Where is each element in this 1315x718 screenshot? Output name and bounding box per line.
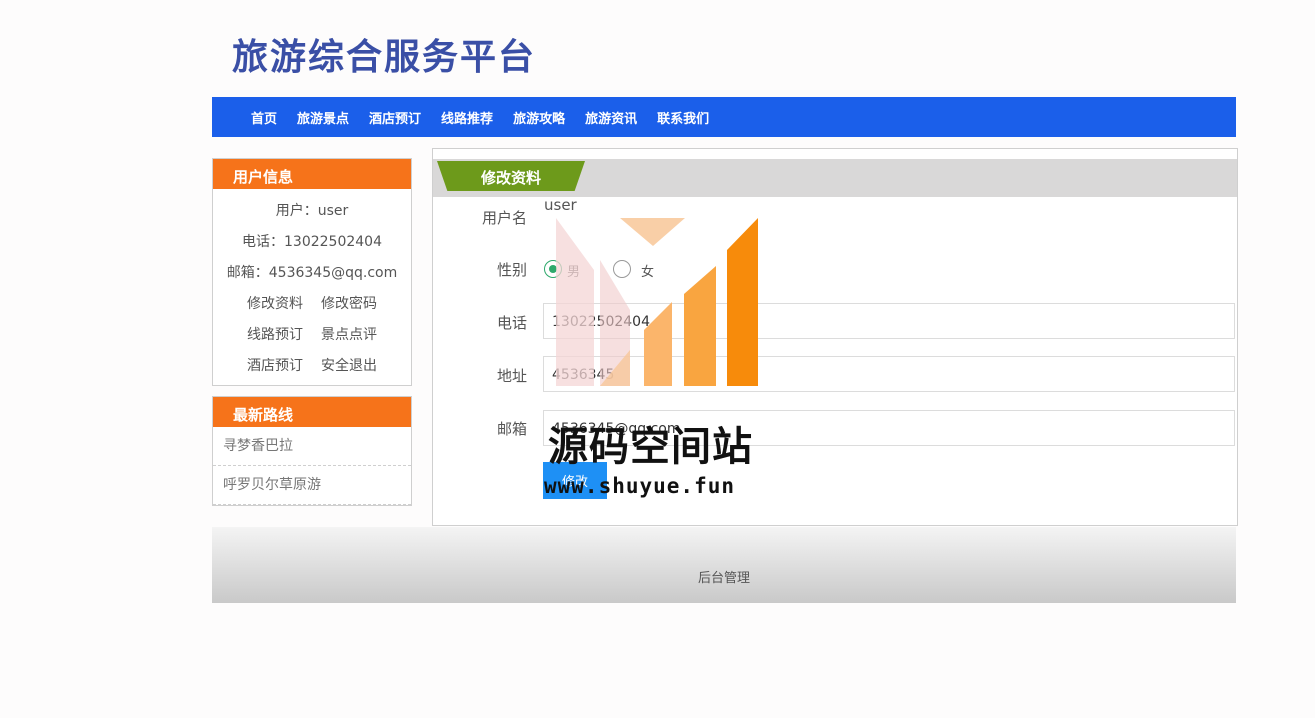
username-label: 用户名 [481,209,527,227]
route-item[interactable]: 寻梦香巴拉 [213,427,411,466]
email-label: 邮箱 [496,420,527,438]
user-email-text: 邮箱：4536345@qq.com [226,265,398,281]
edit-profile-link[interactable]: 修改资料 [247,289,303,320]
change-password-link[interactable]: 修改密码 [321,289,377,320]
address-row: 地址 4536345 [433,356,1237,394]
watermark-text: 源码空间站 [548,424,753,470]
tab-edit-profile[interactable]: 修改资料 [437,161,585,191]
user-info-panel: 用户信息 用户：user 电话：13022502404 邮箱：4536345@q… [212,158,412,386]
nav-home[interactable]: 首页 [251,108,277,127]
username-row: 用户名 user [433,196,1237,245]
nav-contact[interactable]: 联系我们 [657,108,709,127]
admin-link[interactable]: 后台管理 [212,567,1236,586]
footer: 后台管理 [212,527,1236,603]
user-phone-text: 电话：13022502404 [242,234,382,250]
address-label: 地址 [496,367,527,385]
nav-routes[interactable]: 线路推荐 [441,108,493,127]
user-info-title: 用户信息 [213,159,411,189]
nav-attractions[interactable]: 旅游景点 [297,108,349,127]
main-navbar: 首页 旅游景点 酒店预订 线路推荐 旅游攻略 旅游资讯 联系我们 [212,97,1236,137]
route-booking-link[interactable]: 线路预订 [247,320,303,351]
watermark-logo-icon [556,218,758,386]
gender-row: 性别 男 女 [433,259,1237,297]
username-value: user [544,196,577,214]
logout-link[interactable]: 安全退出 [321,351,377,382]
phone-row: 电话 13022502404 [433,303,1237,341]
nav-hotel-booking[interactable]: 酒店预订 [369,108,421,127]
nav-news[interactable]: 旅游资讯 [585,108,637,127]
hotel-booking-link[interactable]: 酒店预订 [247,351,303,382]
phone-label: 电话 [496,314,527,332]
attraction-review-link[interactable]: 景点点评 [321,320,377,351]
user-name-text: 用户：user [275,203,349,219]
nav-guides[interactable]: 旅游攻略 [513,108,565,127]
site-title: 旅游综合服务平台 [232,37,537,78]
latest-routes-title: 最新路线 [213,397,411,427]
gender-label: 性别 [496,261,527,279]
watermark-url: www.shuyue.fun [544,474,736,498]
route-item[interactable]: 呼罗贝尔草原游 [213,466,411,505]
profile-panel-header: 修改资料 [433,159,1237,197]
latest-routes-panel: 最新路线 寻梦香巴拉 呼罗贝尔草原游 [212,396,412,506]
